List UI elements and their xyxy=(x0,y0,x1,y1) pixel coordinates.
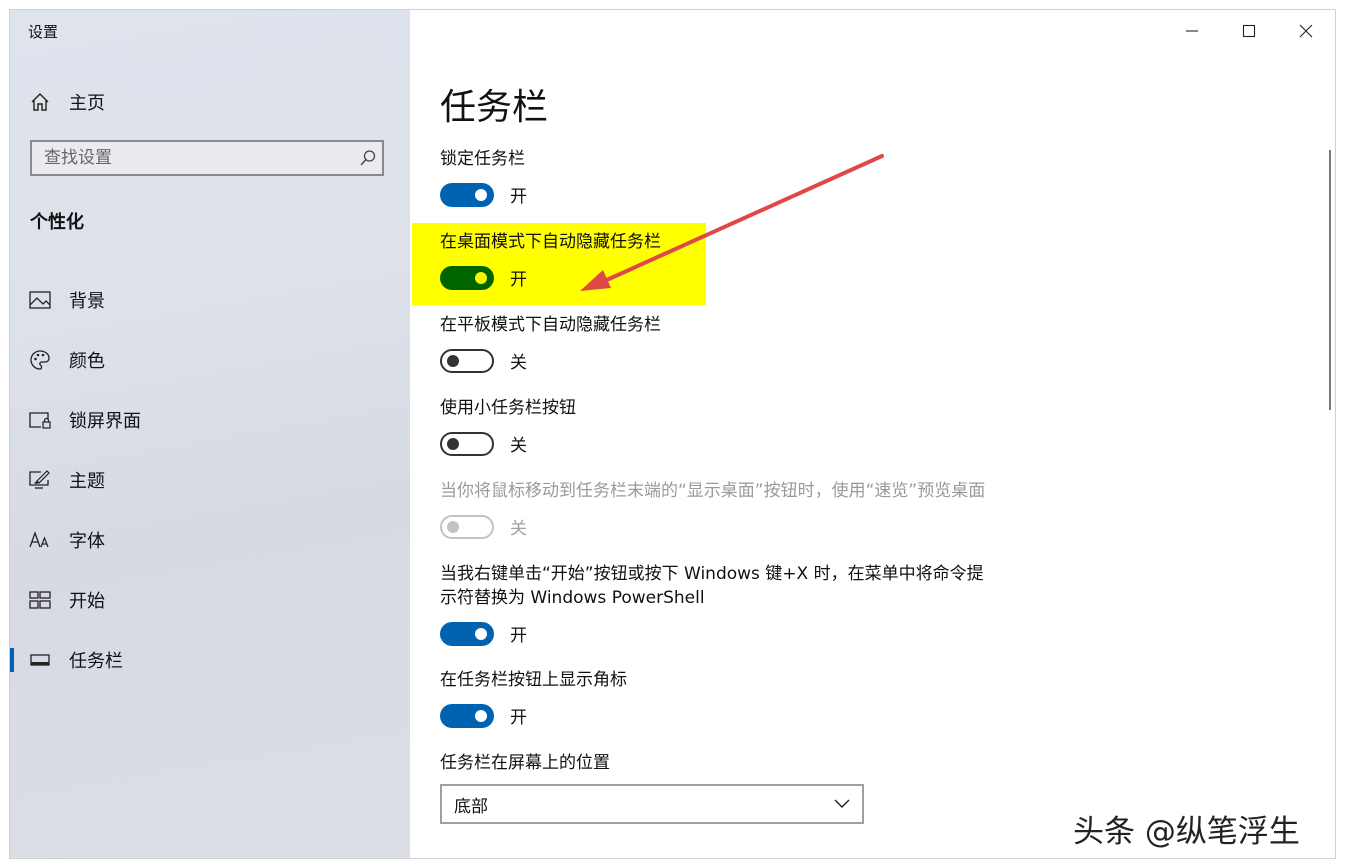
position-dropdown[interactable]: 底部 xyxy=(440,784,864,824)
badges-toggle[interactable] xyxy=(440,703,494,728)
toggle-state: 开 xyxy=(510,187,527,207)
setting-position: 任务栏在屏幕上的位置 xyxy=(440,751,610,775)
sidebar-item-background[interactable]: 背景 xyxy=(10,270,410,330)
section-title: 个性化 xyxy=(30,212,84,233)
sidebar-item-start[interactable]: 开始 xyxy=(10,570,410,630)
search-box[interactable] xyxy=(30,140,384,176)
scrollbar[interactable] xyxy=(1329,150,1331,410)
toggle-state: 开 xyxy=(510,270,527,290)
sidebar-item-lock-screen[interactable]: 锁屏界面 xyxy=(10,390,410,450)
taskbar-icon xyxy=(28,648,52,672)
lock-taskbar-toggle[interactable] xyxy=(440,182,494,207)
setting-label-line2: 示符替换为 Windows PowerShell xyxy=(440,588,705,608)
autohide-tablet-toggle[interactable] xyxy=(440,348,494,373)
search-icon[interactable] xyxy=(354,149,382,167)
setting-label: 当你将鼠标移动到任务栏末端的“显示桌面”按钮时，使用“速览”预览桌面 xyxy=(440,481,986,501)
sidebar-item-label: 背景 xyxy=(69,291,105,312)
small-buttons-toggle[interactable] xyxy=(440,431,494,456)
sidebar-item-themes[interactable]: 主题 xyxy=(10,450,410,510)
close-button[interactable] xyxy=(1286,18,1326,44)
setting-powershell: 当我右键单击“开始”按钮或按下 Windows 键+X 时，在菜单中将命令提 示… xyxy=(440,562,984,646)
position-label: 任务栏在屏幕上的位置 xyxy=(440,753,610,773)
home-label: 主页 xyxy=(69,93,105,114)
sidebar-item-label: 主题 xyxy=(69,471,105,492)
setting-peek: 当你将鼠标移动到任务栏末端的“显示桌面”按钮时，使用“速览”预览桌面 关 xyxy=(440,479,985,539)
toggle-state: 开 xyxy=(510,708,527,728)
picture-icon xyxy=(28,288,52,312)
powershell-toggle[interactable] xyxy=(440,621,494,646)
watermark: 头条 @纵笔浮生 xyxy=(1073,814,1300,850)
content-pane: 任务栏 锁定任务栏 开 在桌面模式下自动隐藏任务栏 开 在平板模式下自动隐藏任务… xyxy=(410,10,1335,858)
palette-icon xyxy=(28,348,52,372)
dropdown-value: 底部 xyxy=(454,796,488,817)
setting-label: 使用小任务栏按钮 xyxy=(440,398,576,418)
setting-label: 在平板模式下自动隐藏任务栏 xyxy=(440,315,661,335)
setting-label-line1: 当我右键单击“开始”按钮或按下 Windows 键+X 时，在菜单中将命令提 xyxy=(440,564,984,584)
maximize-button[interactable] xyxy=(1229,18,1269,44)
settings-window: 设置 主页 个性化 背景 xyxy=(10,10,1335,858)
app-title: 设置 xyxy=(28,23,59,41)
theme-icon xyxy=(28,468,52,492)
sidebar-item-label: 字体 xyxy=(69,531,105,552)
autohide-desktop-toggle[interactable] xyxy=(440,265,494,290)
toggle-state: 关 xyxy=(510,519,527,539)
page-title: 任务栏 xyxy=(440,87,549,128)
font-icon xyxy=(28,528,52,552)
sidebar-item-label: 开始 xyxy=(69,591,105,612)
sidebar-item-label: 锁屏界面 xyxy=(69,411,141,432)
sidebar-item-home[interactable]: 主页 xyxy=(28,88,388,116)
sidebar-item-colors[interactable]: 颜色 xyxy=(10,330,410,390)
chevron-down-icon xyxy=(822,799,862,809)
minimize-button[interactable] xyxy=(1172,18,1212,44)
setting-small-buttons: 使用小任务栏按钮 关 xyxy=(440,396,576,456)
toggle-state: 开 xyxy=(510,626,527,646)
sidebar-item-fonts[interactable]: 字体 xyxy=(10,510,410,570)
toggle-state: 关 xyxy=(510,353,527,373)
sidebar: 设置 主页 个性化 背景 xyxy=(10,10,410,858)
toggle-state: 关 xyxy=(510,436,527,456)
setting-badges: 在任务栏按钮上显示角标 开 xyxy=(440,668,627,728)
sidebar-nav: 背景 颜色 锁屏界面 主题 字体 开始 任务栏 xyxy=(10,270,410,690)
sidebar-item-label: 颜色 xyxy=(69,351,105,372)
setting-label: 在任务栏按钮上显示角标 xyxy=(440,670,627,690)
setting-label: 锁定任务栏 xyxy=(440,149,525,169)
search-input[interactable] xyxy=(32,141,354,175)
setting-lock-taskbar: 锁定任务栏 开 xyxy=(440,147,527,207)
lock-screen-icon xyxy=(28,408,52,432)
home-icon xyxy=(28,90,52,114)
start-icon xyxy=(28,588,52,612)
setting-autohide-desktop: 在桌面模式下自动隐藏任务栏 开 xyxy=(440,230,661,290)
maximize-icon xyxy=(1242,24,1256,38)
close-icon xyxy=(1299,24,1313,38)
peek-toggle xyxy=(440,514,494,539)
sidebar-item-taskbar[interactable]: 任务栏 xyxy=(10,630,410,690)
sidebar-item-label: 任务栏 xyxy=(69,651,123,672)
minimize-icon xyxy=(1186,30,1198,32)
setting-autohide-tablet: 在平板模式下自动隐藏任务栏 关 xyxy=(440,313,661,373)
setting-label: 在桌面模式下自动隐藏任务栏 xyxy=(440,232,661,252)
